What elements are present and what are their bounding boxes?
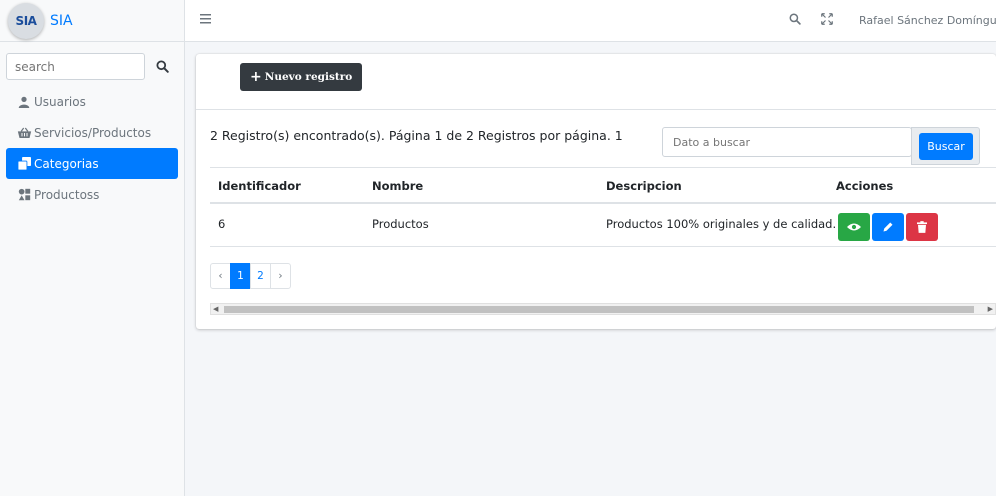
column-header-acciones: Acciones <box>836 179 894 193</box>
pagination-prev[interactable]: ‹ <box>210 263 231 289</box>
pagination-next[interactable]: › <box>270 263 291 289</box>
records-table: Identificador Nombre Descripcion Accione… <box>210 167 996 247</box>
scrollbar-thumb[interactable] <box>224 306 974 313</box>
horizontal-scrollbar[interactable]: ◀ ▶ <box>210 303 996 315</box>
sidebar-item-productoss[interactable]: Productoss <box>6 179 178 210</box>
brand-logo: SIA <box>8 2 44 39</box>
shapes-icon <box>16 188 32 202</box>
column-header-identificador: Identificador <box>218 179 301 193</box>
trash-icon <box>917 221 927 233</box>
brand-logo-text: SIA <box>15 13 37 28</box>
sidebar-item-label: Categorias <box>34 156 99 171</box>
brand-link[interactable]: SIA SIA <box>0 0 184 42</box>
search-button-addon: Buscar <box>911 127 980 165</box>
record-search-group: Buscar <box>662 127 980 165</box>
sidebar-search <box>6 53 178 80</box>
pagination: ‹ 1 2 › <box>210 263 291 289</box>
edit-button[interactable] <box>872 213 904 241</box>
row-actions <box>838 213 938 241</box>
topbar: Rafael Sánchez Domínguez <box>185 0 996 42</box>
records-summary: 2 Registro(s) encontrado(s). Página 1 de… <box>210 128 623 143</box>
table-row: 6 Productos Productos 100% originales y … <box>210 204 996 247</box>
pagination-page-1[interactable]: 1 <box>230 263 251 289</box>
eye-icon <box>847 223 861 231</box>
sidebar-search-input[interactable] <box>6 53 145 80</box>
sidebar-item-servicios-productos[interactable]: Servicios/Productos <box>6 117 178 148</box>
record-search-input[interactable] <box>662 127 912 157</box>
cell-name: Productos <box>372 217 429 231</box>
column-header-nombre: Nombre <box>372 179 424 193</box>
card-header: + Nuevo registro <box>196 54 996 110</box>
cell-id: 6 <box>218 217 226 231</box>
table-header: Identificador Nombre Descripcion Accione… <box>210 167 996 204</box>
main-card: + Nuevo registro 2 Registro(s) encontrad… <box>196 54 996 329</box>
hamburger-menu-icon[interactable] <box>200 13 214 27</box>
brand-name: SIA <box>50 12 73 29</box>
search-button[interactable]: Buscar <box>919 133 973 160</box>
new-record-button[interactable]: + Nuevo registro <box>240 63 363 91</box>
basket-icon <box>16 126 32 140</box>
sidebar: SIA SIA Usuarios Servicios/Productos Cat… <box>0 0 185 496</box>
search-icon <box>155 60 169 73</box>
sidebar-item-label: Servicios/Productos <box>34 125 152 140</box>
user-name-link[interactable]: Rafael Sánchez Domínguez <box>859 14 996 27</box>
pencil-icon <box>883 222 893 232</box>
plus-icon: + <box>250 69 262 85</box>
new-record-label: Nuevo registro <box>264 71 353 83</box>
pagination-page-2[interactable]: 2 <box>250 263 271 289</box>
column-header-descripcion: Descripcion <box>606 179 682 193</box>
sidebar-item-categorias[interactable]: Categorias <box>6 148 178 179</box>
scroll-right-arrow-icon[interactable]: ▶ <box>988 304 993 314</box>
sidebar-item-label: Usuarios <box>34 94 86 109</box>
sidebar-search-button[interactable] <box>147 53 177 80</box>
clone-icon <box>16 157 32 171</box>
scroll-left-arrow-icon[interactable]: ◀ <box>213 304 218 314</box>
view-button[interactable] <box>838 213 870 241</box>
fullscreen-icon[interactable] <box>821 13 833 28</box>
sidebar-item-label: Productoss <box>34 187 100 202</box>
navbar-search-icon[interactable] <box>789 13 801 28</box>
sidebar-item-usuarios[interactable]: Usuarios <box>6 86 178 117</box>
cell-description: Productos 100% originales y de calidad. <box>606 217 837 231</box>
delete-button[interactable] <box>906 213 938 241</box>
user-icon <box>16 95 32 109</box>
